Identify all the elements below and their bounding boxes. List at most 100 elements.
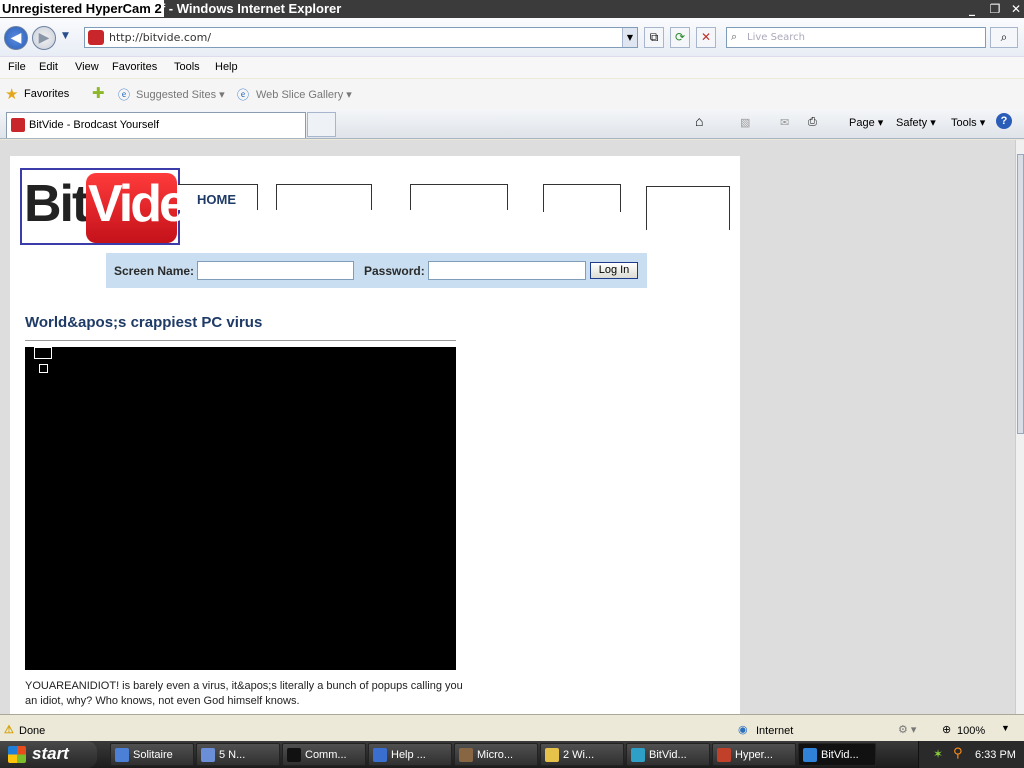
nav-tab-2[interactable] xyxy=(276,184,372,210)
taskbar-item-label: Hyper... xyxy=(735,749,773,761)
logo-bit-text: Bit xyxy=(24,175,89,233)
taskbar-item[interactable]: Help ... xyxy=(368,743,452,766)
login-button[interactable]: Log In xyxy=(590,262,638,279)
missing-glyph-icon xyxy=(39,364,48,373)
nav-tab-5[interactable] xyxy=(646,186,730,230)
taskbar-item[interactable]: Micro... xyxy=(454,743,538,766)
navigation-bar: ◀ ▶ ▼ http://bitvide.com/ ▼ ⧉ ⟳ ✕ ⌕ Live… xyxy=(0,18,1024,56)
zoom-icon[interactable]: ⊕ xyxy=(942,723,951,736)
restore-button[interactable]: ❐ xyxy=(985,1,1005,17)
taskbar-app-icon xyxy=(115,748,129,762)
search-box[interactable]: ⌕ Live Search xyxy=(726,27,986,48)
security-zone[interactable]: Internet xyxy=(756,725,793,737)
video-title[interactable]: World&apos;s crappiest PC virus xyxy=(25,314,262,331)
search-input[interactable]: Live Search xyxy=(747,32,805,43)
compatibility-view-icon[interactable]: ⧉ xyxy=(644,27,664,48)
password-label: Password: xyxy=(364,264,425,278)
logo-vide-text: Vide xyxy=(88,175,188,233)
video-player[interactable] xyxy=(25,347,456,670)
web-slice-gallery-link[interactable]: Web Slice Gallery ▾ xyxy=(256,88,352,101)
bitvide-logo[interactable]: Bit Vide xyxy=(20,168,188,245)
address-input[interactable]: http://bitvide.com/ xyxy=(109,31,211,44)
zoom-level[interactable]: 100% xyxy=(957,725,985,737)
taskbar-item[interactable]: BitVid... xyxy=(798,743,876,766)
warning-icon: ⚠ xyxy=(4,724,14,736)
taskbar: start Solitaire 5 N... Comm... Help ... Micr… xyxy=(0,741,1024,768)
menu-edit[interactable]: Edit xyxy=(39,61,58,73)
site-favicon-icon xyxy=(11,118,25,132)
minimize-button[interactable]: _ xyxy=(962,1,982,17)
feeds-icon[interactable]: ▧ xyxy=(740,116,750,129)
tools-menu[interactable]: Tools ▾ xyxy=(951,116,985,129)
forward-button[interactable]: ▶ xyxy=(32,26,56,50)
refresh-icon[interactable]: ⟳ xyxy=(670,27,690,48)
start-button[interactable]: start xyxy=(0,741,97,768)
title-divider xyxy=(25,340,456,341)
help-icon[interactable]: ? xyxy=(996,113,1012,129)
taskbar-app-icon xyxy=(631,748,645,762)
stop-icon[interactable]: ✕ xyxy=(696,27,716,48)
safety-menu[interactable]: Safety ▾ xyxy=(896,116,936,129)
ie-page-icon: ⓔ xyxy=(118,88,131,102)
window-title-bar[interactable]: elf - Windows Internet Explorer Unregist… xyxy=(0,0,1024,18)
site-favicon-icon xyxy=(88,30,104,45)
taskbar-app-icon xyxy=(287,748,301,762)
nav-tab-3[interactable] xyxy=(410,184,508,210)
add-favorite-icon[interactable]: ✚ xyxy=(92,84,105,102)
taskbar-item[interactable]: 2 Wi... xyxy=(540,743,624,766)
taskbar-app-icon xyxy=(459,748,473,762)
nav-tab-4[interactable] xyxy=(543,184,621,212)
password-field[interactable] xyxy=(428,261,586,280)
taskbar-item[interactable]: Comm... xyxy=(282,743,366,766)
close-button[interactable]: ✕ xyxy=(1006,1,1024,17)
scrollbar-thumb[interactable] xyxy=(1017,154,1024,434)
suggested-sites-link[interactable]: Suggested Sites ▾ xyxy=(136,88,225,101)
network-icon[interactable]: ✶ xyxy=(933,747,943,761)
home-icon[interactable]: ⌂ xyxy=(695,113,703,129)
start-label: start xyxy=(32,744,69,763)
menu-view[interactable]: View xyxy=(75,61,99,73)
favorites-button[interactable]: Favorites xyxy=(24,88,69,100)
taskbar-app-icon xyxy=(803,748,817,762)
menu-file[interactable]: File xyxy=(8,61,26,73)
missing-glyph-icon xyxy=(34,347,52,359)
taskbar-item[interactable]: Hyper... xyxy=(712,743,796,766)
nav-home-label: HOME xyxy=(197,192,236,207)
nav-home[interactable]: HOME xyxy=(178,184,258,210)
screen-name-label: Screen Name: xyxy=(114,264,195,278)
mail-icon[interactable]: ✉ xyxy=(780,116,789,129)
recent-pages-dropdown-icon[interactable]: ▼ xyxy=(62,31,69,41)
taskbar-app-icon xyxy=(717,748,731,762)
menu-help[interactable]: Help xyxy=(215,61,238,73)
vertical-scrollbar[interactable] xyxy=(1015,140,1024,714)
video-description: YOUAREANIDIOT! is barely even a virus, i… xyxy=(25,680,463,707)
search-tray-icon[interactable]: ⚲ xyxy=(953,746,963,761)
tab-bitvide[interactable]: BitVide - Brodcast Yourself xyxy=(6,112,306,138)
taskbar-item[interactable]: 5 N... xyxy=(196,743,280,766)
zoom-dropdown-icon[interactable]: ▼ xyxy=(1001,723,1010,733)
taskbar-item-label: 2 Wi... xyxy=(563,749,595,761)
address-bar[interactable]: http://bitvide.com/ ▼ xyxy=(84,27,638,48)
print-icon[interactable]: ⎙ xyxy=(808,116,817,129)
menu-favorites[interactable]: Favorites xyxy=(112,61,157,73)
favorites-bar: ★ Favorites ✚ ⓔ Suggested Sites ▾ ⓔ Web … xyxy=(0,79,1024,109)
taskbar-item[interactable]: BitVid... xyxy=(626,743,710,766)
back-button[interactable]: ◀ xyxy=(4,26,28,50)
taskbar-item[interactable]: Solitaire xyxy=(110,743,194,766)
protected-mode-icon[interactable]: ⚙ ▾ xyxy=(898,723,916,736)
live-search-icon: ⌕ xyxy=(731,30,738,43)
window-title: elf - Windows Internet Explorer xyxy=(150,1,342,16)
taskbar-item-label: BitVid... xyxy=(821,749,859,761)
favorites-star-icon: ★ xyxy=(5,86,19,103)
login-bar: Screen Name: Password: Log In xyxy=(106,253,647,288)
search-go-icon[interactable]: ⌕ xyxy=(990,27,1018,48)
clock[interactable]: 6:33 PM xyxy=(975,749,1016,761)
menu-tools[interactable]: Tools xyxy=(174,61,200,73)
screen-name-field[interactable] xyxy=(197,261,354,280)
status-text: Done xyxy=(19,725,46,737)
new-tab-button[interactable] xyxy=(307,112,336,137)
address-dropdown-icon[interactable]: ▼ xyxy=(622,28,637,47)
status-bar: ⚠ Done ◉ Internet ⚙ ▾ ⊕ 100% ▼ xyxy=(0,714,1024,741)
recorder-watermark: Unregistered HyperCam 2 xyxy=(0,0,164,17)
page-menu[interactable]: Page ▾ xyxy=(849,116,883,129)
